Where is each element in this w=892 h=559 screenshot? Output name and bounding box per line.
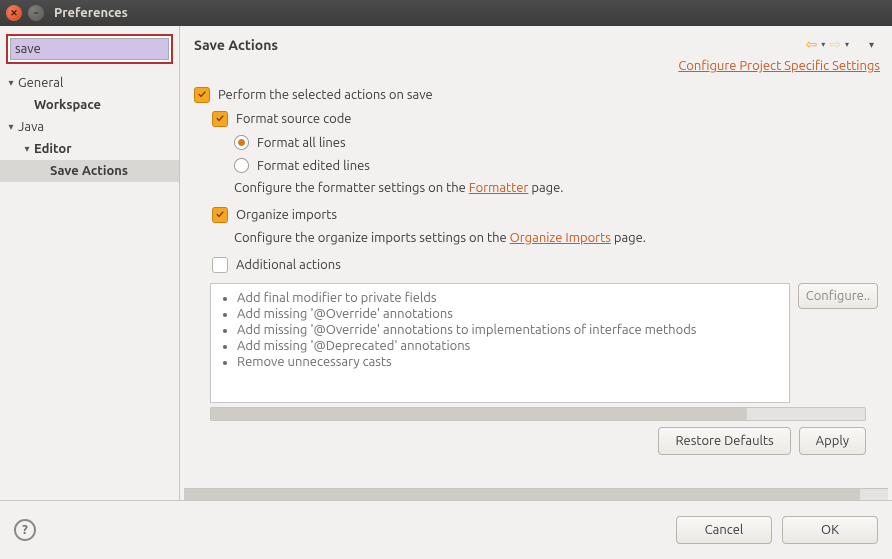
tree-item-workspace[interactable]: Workspace [0,94,179,116]
options-area: Perform the selected actions on save For… [180,79,892,484]
format-all-lines-row: Format all lines [194,131,878,154]
dialog-footer: ? Cancel OK [0,501,892,559]
organize-hint-a: Configure the organize imports settings … [234,231,510,245]
tree-item-label: Java [18,120,44,134]
format-edited-lines-row: Format edited lines [194,154,878,177]
perform-on-save-label: Perform the selected actions on save [218,88,433,102]
tree-twisty-icon[interactable]: ▾ [20,143,34,155]
window-title: Preferences [54,6,128,20]
apply-button[interactable]: Apply [799,427,866,455]
restore-apply-row: Restore Defaults Apply [194,421,878,455]
search-input[interactable] [15,42,186,56]
page-title: Save Actions [194,37,806,53]
additional-actions-area: Add final modifier to private fieldsAdd … [194,277,878,403]
formatter-hint: Configure the formatter settings on the … [194,177,878,203]
content-split: ✕ ▾GeneralWorkspace▾Java▾EditorSave Acti… [0,26,892,501]
ok-button[interactable]: OK [782,516,878,544]
organize-imports-row: Organize imports [194,203,878,227]
tree-item-java[interactable]: ▾Java [0,116,179,138]
nav-back-icon[interactable]: ⇦ [806,36,818,53]
format-edited-lines-label: Format edited lines [257,159,370,173]
nav-back-dropdown-icon[interactable]: ▾ [821,40,825,49]
restore-defaults-button[interactable]: Restore Defaults [658,427,790,455]
search-highlight-frame: ✕ [6,34,173,64]
tree-item-save-actions[interactable]: Save Actions [0,160,179,182]
organize-imports-checkbox[interactable] [212,207,228,223]
additional-action-item: Remove unnecessary casts [237,354,779,370]
additional-actions-checkbox[interactable] [212,257,228,273]
configure-additional-button: Configure.. [798,283,878,309]
help-icon[interactable]: ? [14,519,36,541]
tree-item-editor[interactable]: ▾Editor [0,138,179,160]
inner-horizontal-scrollbar[interactable] [210,407,866,421]
tree-twisty-icon[interactable]: ▾ [4,121,18,133]
format-all-lines-label: Format all lines [257,136,346,150]
nav-icon-group: ⇦ ▾ ⇨ ▾ ▾ [806,36,879,53]
additional-action-item: Add missing '@Override' annotations [237,306,779,322]
main-panel: Save Actions ⇦ ▾ ⇨ ▾ ▾ Configure Project… [180,26,892,500]
organize-imports-label: Organize imports [236,208,337,222]
nav-forward-dropdown-icon[interactable]: ▾ [845,40,849,49]
formatter-hint-b: page. [528,181,563,195]
tree-item-general[interactable]: ▾General [0,72,179,94]
additional-action-item: Add final modifier to private fields [237,290,779,306]
organize-imports-hint: Configure the organize imports settings … [194,227,878,253]
nav-forward-icon[interactable]: ⇨ [829,36,841,53]
configure-project-settings-link[interactable]: Configure Project Specific Settings [678,59,880,73]
additional-action-item: Add missing '@Override' annotations to i… [237,322,779,338]
window-titlebar: ✕ – Preferences [0,0,892,26]
organize-hint-b: page. [611,231,646,245]
search-field-container: ✕ [10,38,169,60]
format-source-label: Format source code [236,112,351,126]
sidebar: ✕ ▾GeneralWorkspace▾Java▾EditorSave Acti… [0,26,180,500]
organize-imports-link[interactable]: Organize Imports [510,231,611,245]
project-link-row: Configure Project Specific Settings [180,59,892,79]
additional-actions-list: Add final modifier to private fieldsAdd … [210,283,790,403]
formatter-link[interactable]: Formatter [469,181,529,195]
format-edited-lines-radio[interactable] [234,158,249,173]
tree-item-label: Save Actions [50,164,128,178]
formatter-hint-a: Configure the formatter settings on the [234,181,469,195]
cancel-button[interactable]: Cancel [676,516,772,544]
format-all-lines-radio[interactable] [234,135,249,150]
tree-twisty-icon[interactable]: ▾ [4,77,18,89]
additional-actions-row: Additional actions [194,253,878,277]
outer-horizontal-scrollbar[interactable] [184,488,888,500]
perform-on-save-row: Perform the selected actions on save [194,83,878,107]
preferences-tree[interactable]: ▾GeneralWorkspace▾Java▾EditorSave Action… [0,70,179,500]
minimize-icon[interactable]: – [28,5,44,21]
perform-on-save-checkbox[interactable] [194,87,210,103]
format-source-row: Format source code [194,107,878,131]
tree-item-label: General [18,76,63,90]
view-menu-icon[interactable]: ▾ [865,38,878,51]
format-source-checkbox[interactable] [212,111,228,127]
additional-action-item: Add missing '@Deprecated' annotations [237,338,779,354]
main-header: Save Actions ⇦ ▾ ⇨ ▾ ▾ [180,26,892,59]
close-icon[interactable]: ✕ [6,5,22,21]
additional-actions-label: Additional actions [236,258,341,272]
tree-item-label: Editor [34,142,72,156]
tree-item-label: Workspace [34,98,101,112]
